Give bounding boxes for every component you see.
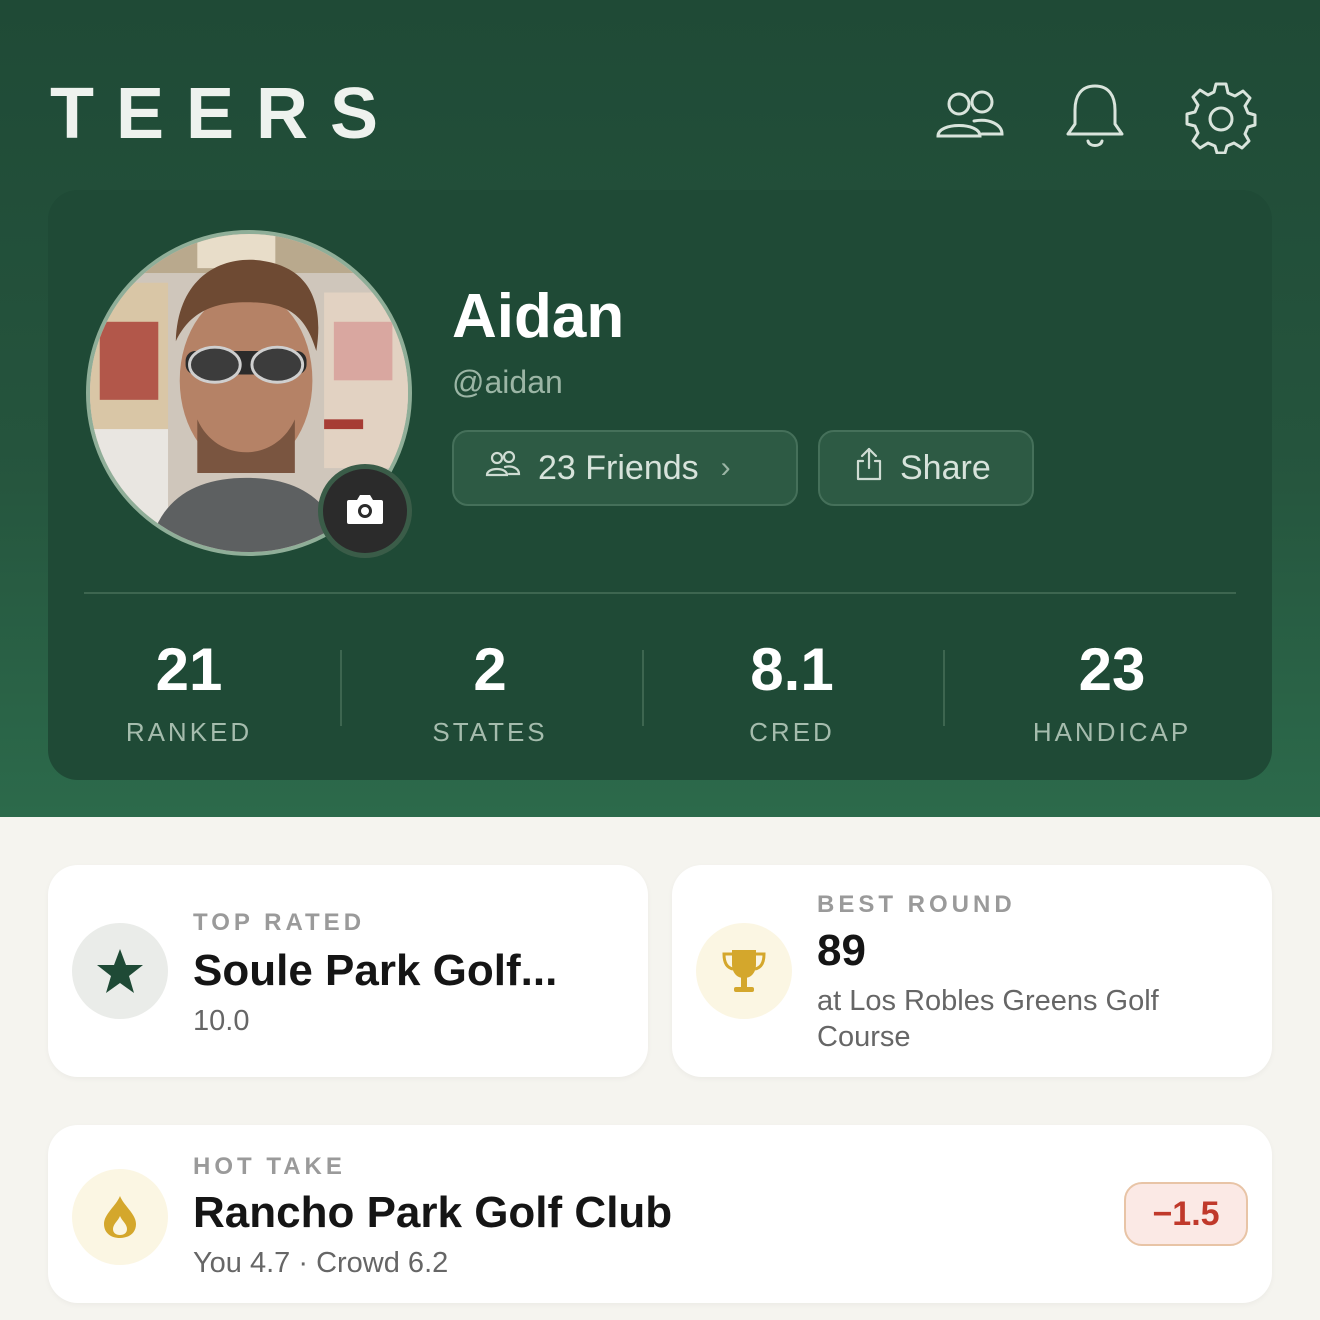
share-label: Share [900,448,991,487]
stat-value: 21 [155,636,223,703]
top-rated-course: Soule Park Golf... [193,946,558,995]
top-rated-score: 10.0 [193,1005,250,1037]
best-round-kicker: BEST ROUND [817,891,1016,918]
profile-header: TEERS Aidan @aidan 23 Friends › Share 21… [0,0,1320,817]
top-rated-kicker: TOP RATED [193,909,366,936]
share-button[interactable]: Share [818,430,1034,506]
profile-handle: @aidan [452,364,563,400]
stat-value: 8.1 [750,636,834,703]
bell-icon[interactable] [1057,78,1133,154]
stat-ranked[interactable]: 21 RANKED [39,630,339,752]
change-photo-button[interactable] [318,464,412,558]
divider [84,592,1236,594]
hot-take-card[interactable]: HOT TAKE Rancho Park Golf Club You 4.7 ·… [48,1125,1272,1303]
stat-separator [943,650,945,726]
stat-label: CRED [749,717,835,747]
stat-value: 2 [473,636,507,703]
hot-take-detail: You 4.7 · Crowd 6.2 [193,1247,449,1279]
stat-label: HANDICAP [1032,717,1192,747]
stat-label: RANKED [125,717,253,747]
best-round-course-cont: Course [817,1021,911,1053]
share-icon [854,446,884,491]
rating-delta-badge: −1.5 [1124,1182,1248,1246]
stat-cred[interactable]: 8.1 CRED [642,630,942,752]
friends-icon [484,449,522,488]
settings-gear-icon[interactable] [1183,78,1259,154]
profile-name: Aidan [452,282,625,351]
hot-take-course: Rancho Park Golf Club [193,1188,673,1237]
friends-button[interactable]: 23 Friends › [452,430,798,506]
stat-handicap[interactable]: 23 HANDICAP [962,630,1262,752]
stat-label: STATES [432,717,548,747]
flame-icon [72,1169,168,1265]
star-icon [72,923,168,1019]
friends-icon[interactable] [932,78,1008,154]
best-round-card[interactable]: BEST ROUND 89 at Los Robles Greens Golf … [672,865,1272,1077]
hot-take-kicker: HOT TAKE [193,1153,346,1180]
chevron-right-icon: › [720,451,731,484]
best-round-score: 89 [817,926,866,975]
best-round-course: at Los Robles Greens Golf [817,985,1159,1017]
stat-value: 23 [1078,636,1146,703]
app-logo: TEERS [50,74,401,154]
friends-count-label: 23 Friends [538,448,699,487]
top-rated-card[interactable]: TOP RATED Soule Park Golf... 10.0 [48,865,648,1077]
profile-card: Aidan @aidan 23 Friends › Share 21 RANKE… [48,190,1272,780]
camera-icon [345,492,385,531]
trophy-icon [696,923,792,1019]
stat-states[interactable]: 2 STATES [340,630,640,752]
